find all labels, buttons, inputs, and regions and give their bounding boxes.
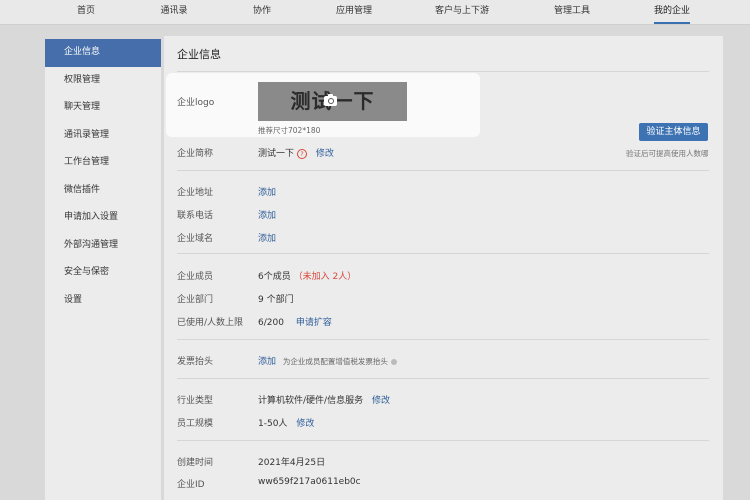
verify-entity-button[interactable]: 验证主体信息 — [639, 123, 708, 141]
departments-label: 企业部门 — [177, 295, 214, 305]
info-icon — [390, 358, 397, 365]
add-invoice-link[interactable]: 添加 — [258, 357, 276, 367]
usage-value: 6/200 — [258, 318, 284, 328]
not-joined-count[interactable]: （未加入 2人） — [294, 272, 357, 282]
nav-management-tools[interactable]: 管理工具 — [554, 0, 590, 22]
nav-app-management[interactable]: 应用管理 — [336, 0, 372, 22]
edit-short-name-link[interactable]: 修改 — [316, 149, 334, 159]
invoice-hint: 为企业成员配置增值税发票抬头 — [282, 357, 388, 366]
divider — [177, 170, 709, 171]
sidebar-item-external[interactable]: 外部沟通管理 — [45, 232, 161, 260]
divider — [177, 253, 709, 254]
staff-size-value: 1-50人 — [258, 419, 288, 429]
industry-label: 行业类型 — [177, 396, 214, 406]
sidebar-item-enterprise-info[interactable]: 企业信息 — [45, 39, 161, 67]
members-value: 6个成员 — [258, 272, 291, 282]
main-panel: 企业信息 企业logo 测试一下 推荐尺寸702*180 验证主体信息 验证后可… — [164, 36, 723, 500]
page-title: 企业信息 — [177, 48, 221, 61]
nav-collaboration[interactable]: 协作 — [253, 0, 271, 22]
departments-value: 9 个部门 — [258, 295, 294, 305]
edit-industry-link[interactable]: 修改 — [372, 396, 390, 406]
nav-my-enterprise[interactable]: 我的企业 — [653, 0, 691, 24]
divider — [177, 378, 709, 379]
sidebar-item-contacts[interactable]: 通讯录管理 — [45, 122, 161, 150]
industry-row: 计算机软件/硬件/信息服务 修改 — [258, 393, 390, 406]
short-name-label: 企业简称 — [177, 149, 214, 159]
created-value: 2021年4月25日 — [258, 458, 326, 468]
staff-size-label: 员工规模 — [177, 419, 214, 429]
short-name-row: 测试一下? 修改 — [258, 146, 334, 159]
logo-label: 企业logo — [177, 98, 215, 108]
sidebar-item-settings[interactable]: 设置 — [45, 287, 161, 315]
edit-staff-size-link[interactable]: 修改 — [296, 419, 314, 429]
members-label: 企业成员 — [177, 272, 214, 282]
sidebar-item-chat[interactable]: 聊天管理 — [45, 94, 161, 122]
created-label: 创建时间 — [177, 458, 214, 468]
nav-customers[interactable]: 客户与上下游 — [435, 0, 489, 22]
industry-value: 计算机软件/硬件/信息服务 — [258, 396, 364, 406]
sidebar-item-workbench[interactable]: 工作台管理 — [45, 149, 161, 177]
members-row: 6个成员 （未加入 2人） — [258, 269, 356, 282]
address-label: 企业地址 — [177, 188, 214, 198]
top-nav: 首页 通讯录 协作 应用管理 客户与上下游 管理工具 我的企业 — [0, 0, 750, 25]
sidebar-item-wechat-plugin[interactable]: 微信插件 — [45, 177, 161, 205]
domain-label: 企业域名 — [177, 234, 214, 244]
camera-icon[interactable] — [324, 94, 337, 106]
verify-hint: 验证后可提高使用人数哪 — [626, 149, 709, 158]
sidebar: 企业信息 权限管理 聊天管理 通讯录管理 工作台管理 微信插件 申请加入设置 外… — [45, 39, 161, 500]
corp-id-value: ww659f217a0611eb0c — [258, 477, 361, 487]
divider — [177, 440, 709, 441]
sidebar-item-join-settings[interactable]: 申请加入设置 — [45, 204, 161, 232]
sidebar-item-permissions[interactable]: 权限管理 — [45, 67, 161, 95]
staff-size-row: 1-50人 修改 — [258, 416, 314, 429]
usage-row: 6/200 申请扩容 — [258, 315, 332, 328]
invoice-row: 添加 为企业成员配置增值税发票抬头 — [258, 354, 397, 367]
usage-label: 已使用/人数上限 — [177, 318, 244, 328]
corp-id-label: 企业ID — [177, 480, 205, 490]
request-expansion-link[interactable]: 申请扩容 — [296, 318, 332, 328]
add-domain-link[interactable]: 添加 — [258, 231, 276, 244]
invoice-label: 发票抬头 — [177, 357, 214, 367]
sidebar-item-security[interactable]: 安全与保密 — [45, 259, 161, 287]
divider — [177, 339, 709, 340]
short-name-value: 测试一下 — [258, 149, 295, 159]
divider — [177, 71, 709, 72]
nav-home[interactable]: 首页 — [77, 0, 95, 22]
nav-contacts[interactable]: 通讯录 — [160, 0, 187, 22]
logo-image[interactable]: 测试一下 — [258, 82, 407, 121]
phone-label: 联系电话 — [177, 211, 214, 221]
add-phone-link[interactable]: 添加 — [258, 208, 276, 221]
help-icon[interactable]: ? — [297, 148, 308, 159]
logo-size-hint: 推荐尺寸702*180 — [258, 126, 321, 135]
add-address-link[interactable]: 添加 — [258, 185, 276, 198]
